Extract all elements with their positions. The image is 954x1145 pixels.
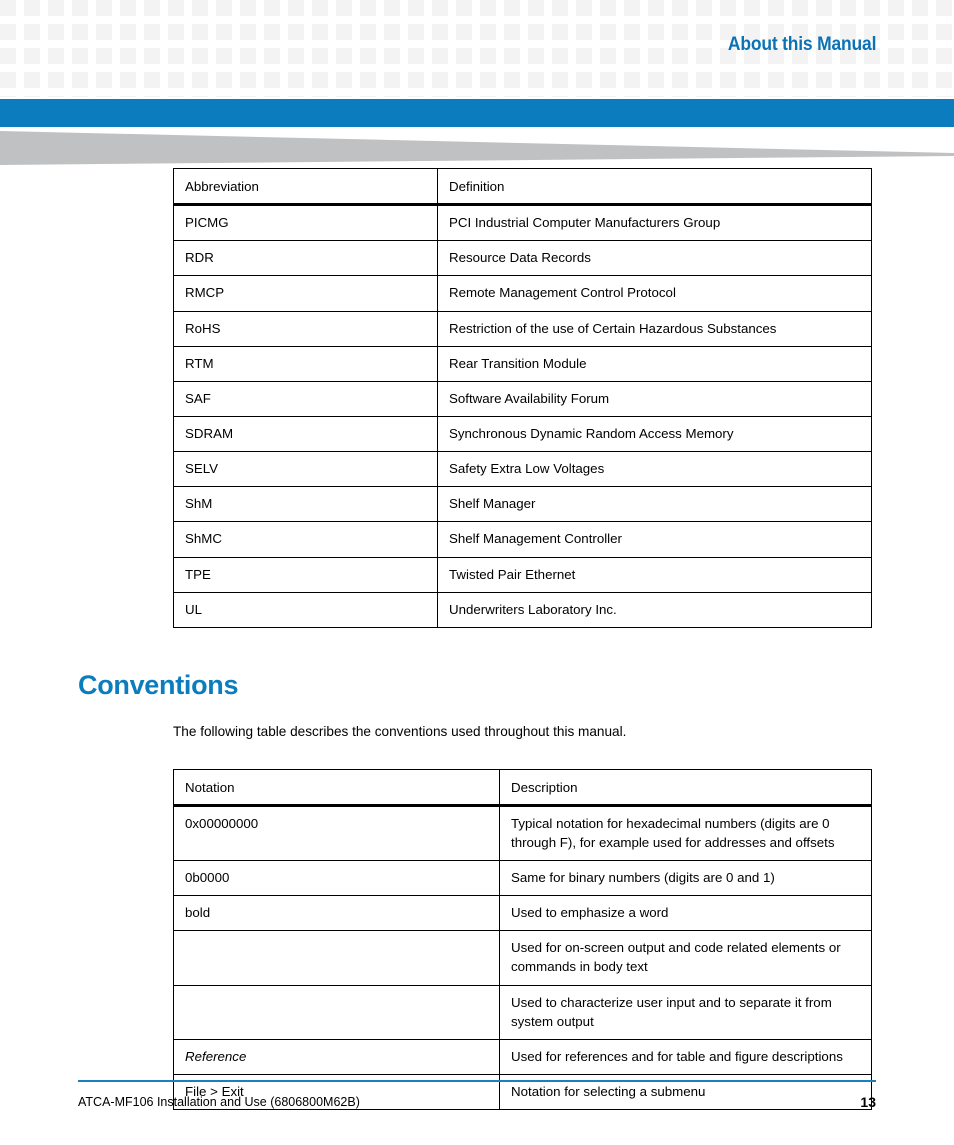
- conventions-intro-paragraph: The following table describes the conven…: [173, 723, 627, 739]
- table-row: Used for on-screen output and code relat…: [173, 930, 872, 986]
- cell-notation: Reference: [173, 1038, 500, 1075]
- cell-description: Typical notation for hexadecimal numbers…: [499, 804, 872, 861]
- cell-definition: Restriction of the use of Certain Hazard…: [437, 310, 872, 347]
- footer-divider: [78, 1080, 876, 1082]
- table-row: ShMC Shelf Management Controller: [173, 521, 872, 558]
- cell-definition: Safety Extra Low Voltages: [437, 451, 872, 488]
- cell-abbreviation: RMCP: [173, 275, 438, 312]
- cell-abbreviation: PICMG: [173, 204, 438, 242]
- table-row: ShM Shelf Manager: [173, 486, 872, 523]
- cell-definition: Rear Transition Module: [437, 345, 872, 382]
- table-row: 0b0000 Same for binary numbers (digits ar…: [173, 859, 872, 897]
- header-gray-swoosh: [0, 131, 954, 165]
- cell-abbreviation: SAF: [173, 380, 438, 417]
- page-title: About this Manual: [727, 34, 877, 55]
- cell-abbreviation: SELV: [173, 451, 438, 488]
- cell-definition: Remote Management Control Protocol: [437, 275, 872, 312]
- page-footer: ATCA-MF106 Installation and Use (6806800…: [0, 1073, 954, 1145]
- table-header-row: Notation Description: [173, 768, 872, 807]
- cell-notation: 0b0000: [173, 859, 500, 897]
- cell-notation: [173, 930, 500, 986]
- cell-abbreviation: ShM: [173, 486, 438, 523]
- cell-definition: Underwriters Laboratory Inc.: [437, 591, 872, 628]
- table-row: PICMG PCI Industrial Computer Manufacture…: [173, 204, 872, 242]
- table-row: Reference Used for references and for tab…: [173, 1038, 872, 1075]
- table-row: RoHS Restriction of the use of Certain Ha…: [173, 310, 872, 347]
- cell-description: Used to characterize user input and to s…: [499, 984, 872, 1040]
- cell-abbreviation: TPE: [173, 556, 438, 593]
- table-row: SDRAM Synchronous Dynamic Random Access M…: [173, 415, 872, 453]
- table-row: RMCP Remote Management Control Protocol: [173, 275, 872, 312]
- header-blue-bar: [0, 99, 954, 127]
- table-row: Used to characterize user input and to s…: [173, 984, 872, 1040]
- table-row: SELV Safety Extra Low Voltages: [173, 451, 872, 488]
- cell-description: Used for on-screen output and code relat…: [499, 930, 872, 986]
- cell-abbreviation: RTM: [173, 345, 438, 382]
- section-heading-conventions: Conventions: [78, 669, 239, 700]
- cell-definition: Twisted Pair Ethernet: [437, 556, 872, 593]
- column-header-notation: Notation: [173, 768, 500, 807]
- cell-definition: Shelf Manager: [437, 486, 872, 523]
- cell-notation: [173, 984, 500, 1040]
- column-header-abbreviation: Abbreviation: [173, 167, 438, 207]
- footer-document-title: ATCA-MF106 Installation and Use (6806800…: [78, 1095, 360, 1109]
- cell-notation: 0x00000000: [173, 804, 500, 861]
- cell-definition: Shelf Management Controller: [437, 521, 872, 558]
- table-row: RTM Rear Transition Module: [173, 345, 872, 382]
- table-row: SAF Software Availability Forum: [173, 380, 872, 417]
- cell-definition: Software Availability Forum: [437, 380, 872, 417]
- conventions-table: Notation Description 0x00000000 Typical n…: [173, 768, 872, 1111]
- table-row: RDR Resource Data Records: [173, 240, 872, 277]
- page-header: About this Manual: [0, 0, 954, 168]
- cell-abbreviation: RDR: [173, 240, 438, 277]
- cell-definition: PCI Industrial Computer Manufacturers Gr…: [437, 204, 872, 242]
- table-row: bold Used to emphasize a word: [173, 895, 872, 932]
- cell-abbreviation: RoHS: [173, 310, 438, 347]
- table-row: UL Underwriters Laboratory Inc.: [173, 591, 872, 628]
- table-row: 0x00000000 Typical notation for hexadecim…: [173, 804, 872, 861]
- page-content: Abbreviation Definition PICMG PCI Industr…: [0, 167, 954, 1111]
- cell-description: Used to emphasize a word: [499, 895, 872, 932]
- cell-abbreviation: UL: [173, 591, 438, 628]
- cell-description: Same for binary numbers (digits are 0 an…: [499, 859, 872, 897]
- table-row: TPE Twisted Pair Ethernet: [173, 556, 872, 593]
- column-header-definition: Definition: [437, 167, 872, 207]
- cell-abbreviation: ShMC: [173, 521, 438, 558]
- cell-definition: Synchronous Dynamic Random Access Memory: [437, 415, 872, 453]
- abbreviations-table: Abbreviation Definition PICMG PCI Industr…: [173, 167, 872, 628]
- cell-description: Used for references and for table and fi…: [499, 1038, 872, 1075]
- footer-page-number: 13: [860, 1094, 876, 1110]
- cell-abbreviation: SDRAM: [173, 415, 438, 453]
- cell-notation: bold: [173, 895, 500, 932]
- table-header-row: Abbreviation Definition: [173, 167, 872, 207]
- cell-definition: Resource Data Records: [437, 240, 872, 277]
- column-header-description: Description: [499, 768, 872, 807]
